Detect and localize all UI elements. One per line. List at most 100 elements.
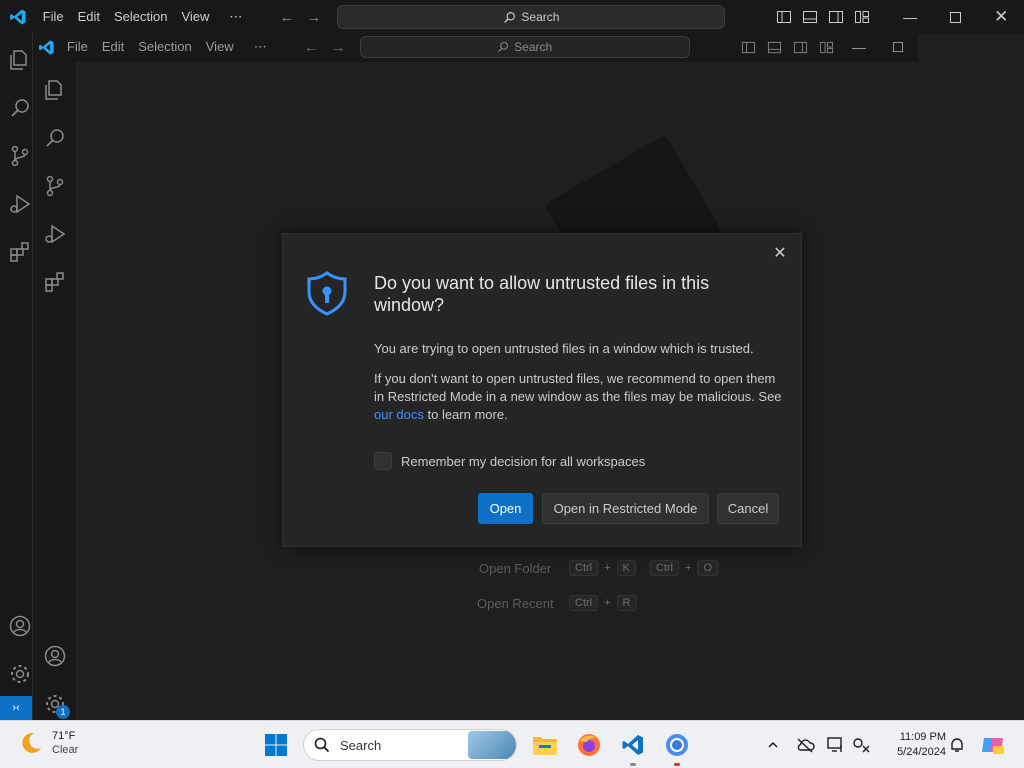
weather-condition: Clear <box>52 744 79 756</box>
customize-layout-icon[interactable] <box>849 0 875 34</box>
remember-decision-label[interactable]: Remember my decision for all workspaces <box>401 454 645 469</box>
vscode-taskbar-icon[interactable] <box>619 731 647 759</box>
dialog-message: You are trying to open untrusted files i… <box>374 341 754 356</box>
maximize-button[interactable] <box>878 32 917 62</box>
toggle-panel-icon[interactable] <box>762 32 788 62</box>
file-explorer-icon[interactable] <box>531 731 559 759</box>
search-label: Search <box>521 10 560 24</box>
system-clock[interactable]: 11:09 PM 5/24/2024 <box>880 730 946 760</box>
menu-more[interactable]: ⋯ <box>247 32 274 62</box>
open-recent-hint: Open Recent Ctrl + R <box>477 595 637 611</box>
windows-start-icon[interactable] <box>262 731 290 759</box>
network-disconnected-icon[interactable] <box>852 735 872 755</box>
clock-time: 11:09 PM <box>899 731 946 743</box>
back-arrow-icon[interactable]: ← <box>273 9 300 26</box>
taskbar-search-box[interactable]: Search <box>303 729 517 761</box>
minimize-button[interactable]: — <box>887 0 933 34</box>
back-arrow-icon[interactable]: ← <box>298 39 325 56</box>
minimize-button[interactable]: — <box>840 32 879 62</box>
menu-file[interactable]: File <box>36 0 71 34</box>
vscode-logo-icon <box>0 8 36 26</box>
menu-more[interactable]: ⋯ <box>222 0 249 34</box>
search-icon <box>314 737 330 753</box>
menu-view[interactable]: View <box>174 0 216 34</box>
customize-layout-icon[interactable] <box>814 32 840 62</box>
extensions-icon[interactable] <box>8 240 32 264</box>
clock-date: 5/24/2024 <box>897 746 946 758</box>
manage-badge: 1 <box>56 705 70 719</box>
front-titlebar: File Edit Selection View ⋯ ← → Search — <box>33 32 917 62</box>
toggle-primary-sidebar-icon[interactable] <box>736 32 762 62</box>
run-debug-icon[interactable] <box>8 192 32 216</box>
command-search-box[interactable]: Search <box>359 36 690 58</box>
back-activity-bar: ›‹ <box>0 34 32 720</box>
search-icon[interactable] <box>8 96 32 120</box>
dialog-close-icon[interactable]: ✕ <box>771 244 789 262</box>
accounts-icon[interactable] <box>8 614 32 638</box>
search-highlight-image-icon <box>468 731 516 759</box>
firefox-icon[interactable] <box>575 731 603 759</box>
weather-widget[interactable]: 71°F Clear <box>18 729 78 757</box>
onedrive-offline-icon[interactable] <box>795 735 815 755</box>
cancel-button[interactable]: Cancel <box>717 493 779 524</box>
kbd-ctrl: Ctrl <box>569 595 599 611</box>
chrome-icon[interactable] <box>663 731 691 759</box>
weather-temp: 71°F <box>52 730 76 742</box>
toggle-secondary-sidebar-icon[interactable] <box>788 32 814 62</box>
front-activity-bar: 1 <box>33 62 77 720</box>
remember-decision-checkbox[interactable] <box>374 452 392 470</box>
open-button[interactable]: Open <box>478 493 533 524</box>
open-in-restricted-mode-button[interactable]: Open in Restricted Mode <box>542 493 709 524</box>
shield-lock-icon <box>307 271 347 316</box>
accounts-icon[interactable] <box>43 644 67 668</box>
kbd-ctrl: Ctrl <box>649 560 679 576</box>
menu-edit[interactable]: Edit <box>95 32 131 62</box>
menu-selection[interactable]: Selection <box>131 32 198 62</box>
source-control-icon[interactable] <box>43 174 67 198</box>
open-folder-label: Open Folder <box>479 560 552 576</box>
dialog-title: Do you want to allow untrusted files in … <box>374 273 710 315</box>
close-button[interactable]: ✕ <box>978 0 1024 34</box>
source-control-icon[interactable] <box>8 144 32 168</box>
remember-decision-row[interactable]: Remember my decision for all workspaces <box>374 452 645 470</box>
maximize-button[interactable] <box>933 0 979 34</box>
command-search-box[interactable]: Search <box>337 5 726 29</box>
copilot-icon[interactable] <box>980 735 1006 755</box>
taskbar-search-label: Search <box>340 737 382 753</box>
notification-bell-icon[interactable] <box>947 735 967 755</box>
search-icon <box>498 41 509 52</box>
our-docs-link[interactable]: our docs <box>374 407 424 422</box>
toggle-primary-sidebar-icon[interactable] <box>771 0 797 34</box>
show-hidden-icons-chevron-icon[interactable] <box>763 735 783 755</box>
toggle-panel-icon[interactable] <box>797 0 823 34</box>
moon-icon <box>22 732 41 753</box>
open-recent-label: Open Recent <box>477 595 554 611</box>
kbd-r: R <box>616 595 637 611</box>
menu-file[interactable]: File <box>60 32 95 62</box>
search-label: Search <box>514 40 553 54</box>
toggle-secondary-sidebar-icon[interactable] <box>823 0 849 34</box>
extensions-icon[interactable] <box>43 270 67 294</box>
menu-selection[interactable]: Selection <box>107 0 174 34</box>
kbd-ctrl: Ctrl <box>569 560 599 576</box>
dialog-detail: If you don't want to open untrusted file… <box>374 371 782 422</box>
workspace-trust-dialog: ✕ Do you want to allow untrusted files i… <box>282 233 802 547</box>
remote-indicator[interactable]: ›‹ <box>0 696 32 720</box>
search-icon[interactable] <box>43 126 67 150</box>
menu-edit[interactable]: Edit <box>71 0 107 34</box>
forward-arrow-icon[interactable]: → <box>325 39 352 56</box>
explorer-icon[interactable] <box>8 48 32 72</box>
menu-view[interactable]: View <box>199 32 241 62</box>
run-debug-icon[interactable] <box>43 222 67 246</box>
display-icon[interactable] <box>826 735 846 755</box>
kbd-o: O <box>697 560 718 576</box>
open-folder-hint: Open Folder Ctrl + K Ctrl + O <box>479 560 718 576</box>
forward-arrow-icon[interactable]: → <box>300 9 327 26</box>
search-icon <box>504 11 516 23</box>
manage-gear-icon[interactable] <box>8 662 32 686</box>
explorer-icon[interactable] <box>43 78 67 102</box>
vscode-logo-icon <box>33 39 60 56</box>
back-titlebar: File Edit Selection View ⋯ ← → Search — … <box>0 0 1024 34</box>
chrome-running-indicator <box>674 763 680 766</box>
vscode-running-indicator <box>630 763 636 766</box>
